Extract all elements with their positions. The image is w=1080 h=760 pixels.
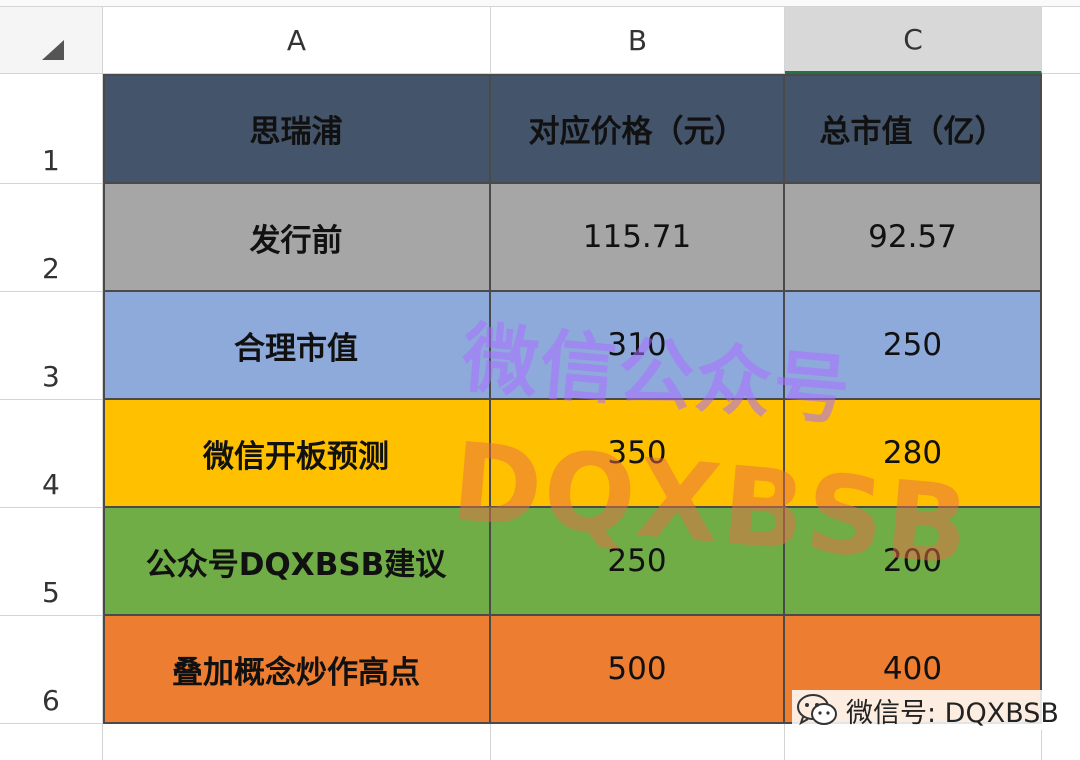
row-number: 1 [42, 144, 60, 177]
row-header-6[interactable]: 6 [0, 616, 103, 724]
cell-c1[interactable]: 总市值（亿） [785, 74, 1042, 184]
cell-a5[interactable]: 公众号DQXBSB建议 [103, 508, 491, 616]
gridline [784, 724, 785, 760]
cell-b1[interactable]: 对应价格（元） [491, 74, 785, 184]
row-header-4[interactable]: 4 [0, 400, 103, 508]
select-all-button[interactable] [0, 7, 103, 74]
wechat-icon [796, 693, 840, 727]
column-header-a[interactable]: A [103, 7, 491, 74]
table-border-left [103, 74, 105, 724]
cell-b5[interactable]: 250 [491, 508, 785, 616]
row-number: 2 [42, 252, 60, 285]
cell-b4[interactable]: 350 [491, 400, 785, 508]
column-header-d[interactable] [1042, 7, 1080, 74]
cell-b2[interactable]: 115.71 [491, 184, 785, 292]
wechat-id-text: 微信号: DQXBSB [846, 697, 1059, 729]
column-header-b[interactable]: B [491, 7, 785, 74]
row-number: 3 [42, 360, 60, 393]
row-header-2[interactable]: 2 [0, 184, 103, 292]
row-header-3[interactable]: 3 [0, 292, 103, 400]
cell-c3[interactable]: 250 [785, 292, 1042, 400]
cell-a6[interactable]: 叠加概念炒作高点 [103, 616, 491, 724]
row-header-5[interactable]: 5 [0, 508, 103, 616]
row-header-7[interactable] [0, 724, 103, 760]
gridline [490, 724, 491, 760]
cell-c5[interactable]: 200 [785, 508, 1042, 616]
row-number: 4 [42, 468, 60, 501]
cell-a3[interactable]: 合理市值 [103, 292, 491, 400]
column-header-c[interactable]: C [785, 7, 1042, 74]
cell-c2[interactable]: 92.57 [785, 184, 1042, 292]
cell-b6[interactable]: 500 [491, 616, 785, 724]
formula-bar-edge [0, 0, 1080, 7]
cell-a4[interactable]: 微信开板预测 [103, 400, 491, 508]
spreadsheet: A B C 1 2 3 4 5 6 思瑞浦 对应价格（元） 总市值（亿） 发行前… [0, 0, 1080, 760]
empty-column-d[interactable] [1042, 74, 1080, 760]
wechat-badge: 微信号: DQXBSB [792, 690, 1063, 730]
row-number: 5 [42, 576, 60, 609]
select-all-icon [42, 40, 64, 60]
table-border-top [103, 74, 1042, 76]
row-header-1[interactable]: 1 [0, 74, 103, 184]
cell-a1[interactable]: 思瑞浦 [103, 74, 491, 184]
cell-c4[interactable]: 280 [785, 400, 1042, 508]
cell-a2[interactable]: 发行前 [103, 184, 491, 292]
cell-b3[interactable]: 310 [491, 292, 785, 400]
row-number: 6 [42, 684, 60, 717]
